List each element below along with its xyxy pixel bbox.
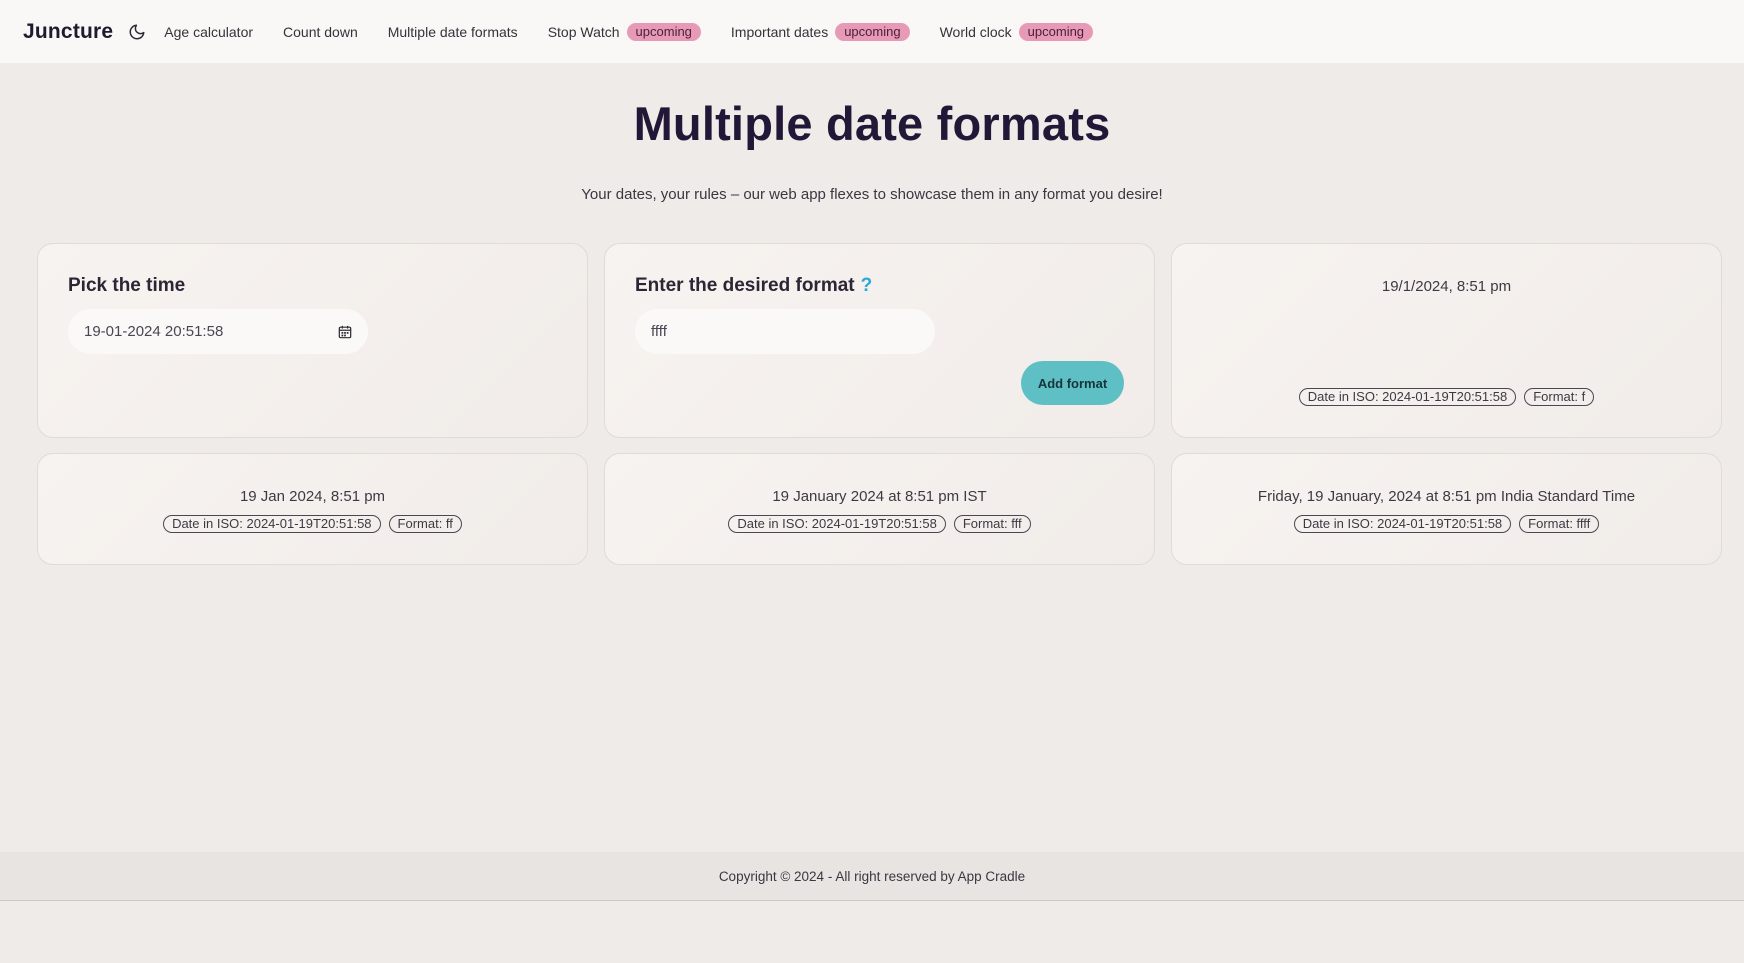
nav-item-important-dates[interactable]: Important dates upcoming (730, 22, 910, 41)
formatted-date: 19 Jan 2024, 8:51 pm (239, 488, 386, 505)
nav-item-age-calculator[interactable]: Age calculator (164, 24, 253, 40)
upcoming-badge: upcoming (626, 22, 701, 41)
upcoming-badge: upcoming (1018, 22, 1094, 41)
chip-row: Date in ISO: 2024-01-19T20:51:58 Format:… (1172, 388, 1721, 406)
nav-item-label: Important dates (730, 23, 829, 40)
format-title-text: Enter the desired format (635, 275, 855, 296)
result-card-ff: 19 Jan 2024, 8:51 pm Date in ISO: 2024-0… (37, 453, 588, 565)
nav-item-multiple-date-formats[interactable]: Multiple date formats (388, 24, 518, 40)
format-chip: Format: ff (388, 515, 462, 533)
datetime-input[interactable] (84, 323, 324, 340)
add-format-button[interactable]: Add format (1021, 361, 1124, 405)
formatted-date: 19 January 2024 at 8:51 pm IST (772, 488, 987, 505)
nav-item-label: Multiple date formats (387, 23, 518, 40)
moon-icon[interactable] (128, 23, 146, 41)
iso-chip: Date in ISO: 2024-01-19T20:51:58 (1298, 388, 1517, 406)
nav-item-label: World clock (939, 23, 1012, 40)
nav-item-label: Age calculator (164, 23, 254, 40)
format-chip: Format: fff (953, 515, 1031, 533)
nav-item-world-clock[interactable]: World clock upcoming (939, 22, 1094, 41)
brand-logo[interactable]: Juncture (23, 20, 113, 44)
chip-row: Date in ISO: 2024-01-19T20:51:58 Format:… (38, 515, 587, 533)
iso-chip: Date in ISO: 2024-01-19T20:51:58 (163, 515, 381, 533)
format-chip: Format: ffff (1519, 515, 1600, 533)
iso-chip: Date in ISO: 2024-01-19T20:51:58 (728, 515, 946, 533)
format-card: Enter the desired format? Add format (604, 243, 1155, 438)
chip-row: Date in ISO: 2024-01-19T20:51:58 Format:… (1172, 515, 1721, 533)
help-icon[interactable]: ? (861, 275, 873, 296)
format-field[interactable] (635, 309, 935, 354)
formatted-date: Friday, 19 January, 2024 at 8:51 pm Indi… (1257, 488, 1636, 505)
result-card-fff: 19 January 2024 at 8:51 pm IST Date in I… (604, 453, 1155, 565)
nav-item-label: Stop Watch (547, 23, 620, 40)
result-card-ffff: Friday, 19 January, 2024 at 8:51 pm Indi… (1171, 453, 1722, 565)
format-chip: Format: f (1524, 388, 1595, 406)
page-title: Multiple date formats (633, 97, 1111, 150)
top-navbar: Juncture Age calculator Count down Multi… (0, 0, 1744, 63)
pick-time-card: Pick the time (37, 243, 588, 438)
nav-item-label: Count down (283, 23, 358, 40)
formatted-date: 19/1/2024, 8:51 pm (1381, 278, 1512, 295)
format-title: Enter the desired format? (635, 275, 872, 297)
footer: Copyright © 2024 - All right reserved by… (0, 852, 1744, 901)
page-subtitle: Your dates, your rules – our web app fle… (581, 186, 1163, 203)
nav-item-count-down[interactable]: Count down (283, 24, 358, 40)
chip-row: Date in ISO: 2024-01-19T20:51:58 Format:… (605, 515, 1154, 533)
nav-item-stop-watch[interactable]: Stop Watch upcoming (547, 22, 701, 41)
result-card-f: 19/1/2024, 8:51 pm Date in ISO: 2024-01-… (1171, 243, 1722, 438)
pick-time-title: Pick the time (68, 275, 186, 296)
upcoming-badge: upcoming (835, 22, 910, 41)
copyright-text: Copyright © 2024 - All right reserved by… (718, 868, 1026, 884)
format-input[interactable] (651, 323, 891, 340)
datetime-picker[interactable] (68, 309, 368, 354)
calendar-icon[interactable] (338, 325, 352, 339)
iso-chip: Date in ISO: 2024-01-19T20:51:58 (1293, 515, 1512, 533)
